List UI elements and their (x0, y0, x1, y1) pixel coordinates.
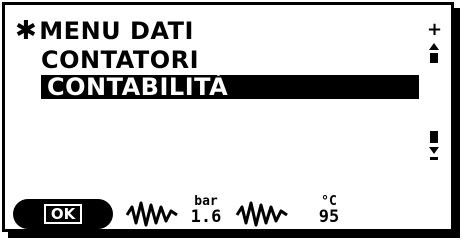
display-shadow-right (454, 8, 460, 238)
lcd-display: ✱MENU DATI CONTATORI CONTABILITÀ + OK ba… (2, 2, 454, 232)
status-bar: OK bar 1.6 °C 95 (13, 191, 443, 231)
menu-item-contatori[interactable]: CONTATORI (41, 48, 199, 72)
scroll-thumb-bottom (430, 131, 438, 143)
scroll-plus-icon: + (427, 19, 443, 40)
pressure-readout: bar 1.6 (185, 195, 227, 226)
flow-wave-icon (125, 201, 178, 227)
pressure-value: 1.6 (190, 207, 222, 227)
temperature-value: 95 (318, 207, 340, 227)
scroll-minus-icon (430, 157, 438, 160)
flow-wave-icon (235, 201, 288, 227)
menu-title: ✱MENU DATI (15, 16, 194, 46)
scroll-thumb-top (430, 53, 438, 63)
menu-item-label: CONTABILITÀ (47, 73, 229, 101)
menu-item-contabilita-selected[interactable]: CONTABILITÀ (41, 75, 419, 99)
ok-button-label: OK (43, 204, 83, 224)
scroll-up-arrow-icon[interactable] (429, 43, 439, 50)
menu-title-label: MENU DATI (39, 17, 194, 45)
temperature-readout: °C 95 (311, 195, 347, 226)
scroll-down-arrow-icon[interactable] (429, 147, 439, 154)
scrollbar[interactable]: + (427, 19, 443, 163)
menu-item-label: CONTATORI (41, 46, 200, 74)
menu-marker-icon: ✱ (15, 16, 38, 46)
ok-button[interactable]: OK (13, 199, 113, 229)
display-shadow-bottom (8, 232, 460, 238)
